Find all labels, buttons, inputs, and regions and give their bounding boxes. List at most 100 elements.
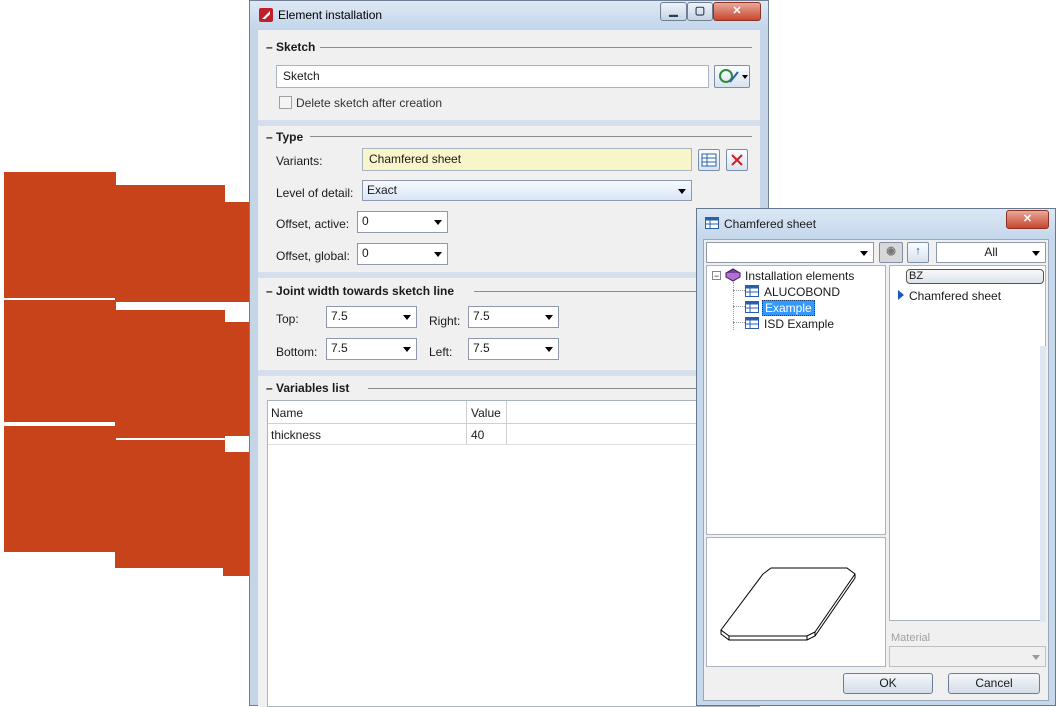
offset-global-select[interactable]: 0 xyxy=(357,243,448,265)
column-divider xyxy=(506,401,507,424)
table-header: Name Value xyxy=(268,401,761,424)
chevron-down-icon xyxy=(434,220,442,225)
panel xyxy=(115,185,225,302)
clear-variants-button[interactable] xyxy=(726,149,748,171)
offset-active-select[interactable]: 0 xyxy=(357,211,448,233)
cancel-button[interactable]: Cancel xyxy=(948,673,1040,694)
chevron-down-icon xyxy=(403,347,411,352)
tree-item[interactable]: ALUCOBOND xyxy=(764,285,840,299)
offset-global-value: 0 xyxy=(362,246,369,260)
offset-global-label: Offset, global: xyxy=(276,249,350,263)
list-item[interactable]: Chamfered sheet xyxy=(909,289,1001,303)
chevron-down-icon xyxy=(860,251,868,256)
right-value: 7.5 xyxy=(473,309,490,323)
variables-table: Name Value thickness 40 xyxy=(267,400,761,707)
variables-list-heading: – Variables list xyxy=(266,381,350,395)
maximize-icon: ▢ xyxy=(694,5,706,17)
window-title: Element installation xyxy=(278,8,383,22)
section-separator xyxy=(258,272,760,278)
table-icon xyxy=(745,285,759,297)
panel xyxy=(4,426,116,552)
panel xyxy=(223,452,249,576)
chevron-down-icon xyxy=(1032,251,1040,256)
dialog-close-button[interactable]: ✕ xyxy=(1006,210,1049,229)
section-separator xyxy=(258,370,760,376)
arrow-up-icon: ↑ xyxy=(915,245,921,257)
panel xyxy=(115,440,225,568)
preview-pane xyxy=(706,537,886,667)
column-header-name[interactable]: Name xyxy=(271,406,303,420)
panel xyxy=(223,202,249,302)
joint-width-heading: – Joint width towards sketch line xyxy=(266,284,455,298)
material-select[interactable] xyxy=(889,646,1046,667)
cell-value[interactable]: 40 xyxy=(471,428,484,442)
up-button[interactable]: ↑ xyxy=(907,242,929,263)
sketch-field[interactable]: Sketch xyxy=(276,65,709,88)
table-icon xyxy=(701,153,717,167)
top-value: 7.5 xyxy=(331,309,348,323)
delete-sketch-checkbox[interactable] xyxy=(279,96,292,109)
filter-select[interactable]: All xyxy=(936,242,1046,263)
chevron-down-icon xyxy=(403,315,411,320)
maximize-button[interactable]: ▢ xyxy=(687,2,713,21)
bottom-select[interactable]: 7.5 xyxy=(326,338,417,360)
scrollbar[interactable] xyxy=(1040,346,1046,622)
variants-list-button[interactable] xyxy=(698,149,720,171)
title-bar[interactable]: Element installation ▁ ▢ ✕ xyxy=(250,1,768,29)
tree-line xyxy=(733,306,745,307)
tree-line xyxy=(733,290,745,291)
section-separator xyxy=(258,120,760,126)
chevron-down-icon xyxy=(434,252,442,257)
chevron-down-icon xyxy=(678,189,686,194)
panel xyxy=(223,322,249,436)
ok-button[interactable]: OK xyxy=(843,673,933,694)
type-heading: – Type xyxy=(266,130,304,144)
close-icon: ✕ xyxy=(732,5,742,17)
close-button[interactable]: ✕ xyxy=(713,2,761,21)
variants-label: Variants: xyxy=(276,154,323,168)
bottom-value: 7.5 xyxy=(331,341,348,355)
top-select[interactable]: 7.5 xyxy=(326,306,417,328)
panel xyxy=(115,310,225,438)
minimize-button[interactable]: ▁ xyxy=(660,2,687,21)
sketch-select-button[interactable] xyxy=(714,65,750,88)
level-of-detail-select[interactable]: Exact xyxy=(362,180,692,201)
sketch-heading: – Sketch xyxy=(266,40,316,54)
table-row[interactable]: thickness 40 xyxy=(268,424,761,445)
material-label: Material xyxy=(891,632,931,644)
table-icon xyxy=(745,301,759,313)
collapse-icon[interactable]: − xyxy=(712,271,721,281)
offset-active-value: 0 xyxy=(362,214,369,228)
right-select[interactable]: 7.5 xyxy=(468,306,559,328)
level-of-detail-value: Exact xyxy=(367,183,398,197)
table-icon xyxy=(705,217,719,229)
tree-root[interactable]: Installation elements xyxy=(745,269,854,283)
delete-icon xyxy=(731,154,743,166)
left-select[interactable]: 7.5 xyxy=(468,338,559,360)
column-divider xyxy=(466,401,467,424)
variants-field[interactable]: Chamfered sheet xyxy=(362,148,692,171)
offset-active-label: Offset, active: xyxy=(276,217,350,231)
list-header[interactable]: BZ xyxy=(906,269,1044,284)
tree-item-selected[interactable]: Example xyxy=(762,300,815,316)
level-of-detail-label: Level of detail: xyxy=(276,186,354,200)
path-select[interactable] xyxy=(706,242,874,263)
search-button[interactable]: ◉ xyxy=(879,242,903,263)
dialog-title-bar[interactable]: Chamfered sheet ✕ xyxy=(697,209,1055,237)
window-content: – Sketch Sketch Delete sketch after crea… xyxy=(258,30,761,707)
chevron-down-icon xyxy=(1032,655,1040,660)
panel xyxy=(4,300,116,422)
chevron-down-icon xyxy=(545,347,553,352)
cell-name: thickness xyxy=(271,428,322,442)
table-icon xyxy=(745,317,759,329)
tree-item[interactable]: ISD Example xyxy=(764,317,834,331)
delete-sketch-label: Delete sketch after creation xyxy=(296,96,443,110)
chamfered-sheet-dialog: Chamfered sheet ✕ ◉ ↑ All − Installation… xyxy=(696,208,1056,706)
app-icon xyxy=(259,8,273,22)
bottom-label: Bottom: xyxy=(276,345,318,359)
column-header-value[interactable]: Value xyxy=(471,406,501,420)
sketch-pick-icon xyxy=(719,69,748,83)
book-icon xyxy=(725,268,741,282)
dialog-title: Chamfered sheet xyxy=(724,217,817,231)
current-row-icon xyxy=(898,290,904,300)
